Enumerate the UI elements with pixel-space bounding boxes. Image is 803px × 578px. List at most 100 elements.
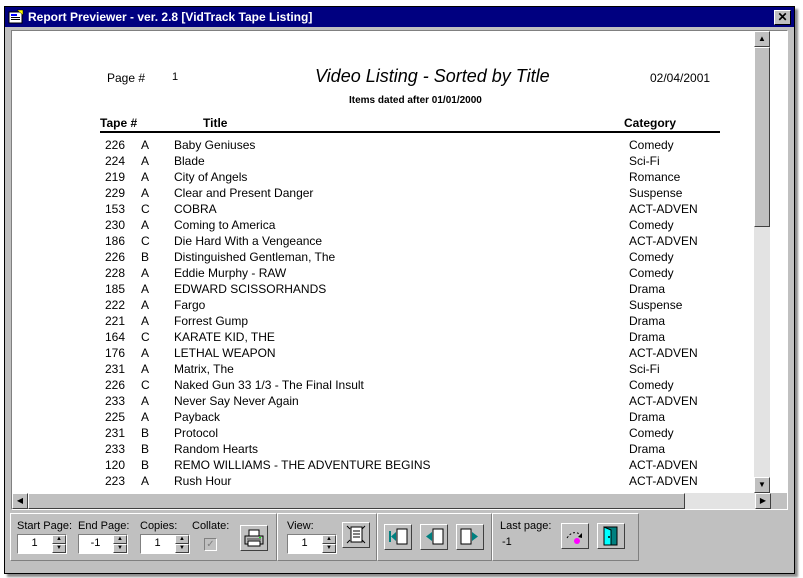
scroll-up-button[interactable]: ▲ [754,31,770,47]
view-value: 1 [301,537,308,549]
app-icon [8,9,24,24]
tape-number-cell: 229 [105,186,126,200]
table-row: 223 A Rush Hour ACT-ADVEN [12,474,770,490]
copies-down-button[interactable]: ▼ [175,544,189,553]
table-row: 226 A Baby Geniuses Comedy [12,138,770,154]
category-cell: Comedy [629,218,674,232]
copies-up-button[interactable]: ▲ [175,535,189,544]
title-cell: COBRA [174,202,217,216]
view-up-button[interactable]: ▲ [322,535,336,544]
tape-suffix-cell: A [141,170,150,184]
view-group: View: 1 ▲ ▼ [277,513,377,561]
table-row: 231 B Protocol Comedy [12,426,770,442]
table-row: 185 A EDWARD SCISSORHANDS Drama [12,282,770,298]
table-row: 231 A Matrix, The Sci-Fi [12,362,770,378]
report-title: Video Listing - Sorted by Title [315,66,550,86]
scroll-right-button[interactable]: ▶ [755,493,771,509]
category-cell: Suspense [629,186,683,200]
title-cell: Die Hard With a Vengeance [174,234,323,248]
title-cell: Protocol [174,426,219,440]
view-label: View: [287,520,314,532]
tape-number-cell: 164 [105,330,126,344]
horizontal-scroll-thumb[interactable] [28,493,685,509]
tape-suffix-cell: A [141,474,150,488]
tape-number-cell: 225 [105,410,126,424]
tape-number-cell: 226 [105,378,126,392]
table-row: 219 A City of Angels Romance [12,170,770,186]
last-page-group: Last page: -1 [492,513,639,561]
tape-suffix-cell: B [141,426,150,440]
category-cell: Suspense [629,298,683,312]
title-cell: City of Angels [174,170,248,184]
end-page-spinner[interactable]: -1 ▲ ▼ [78,534,128,554]
horizontal-scrollbar[interactable]: ◀ ▶ [12,493,771,509]
tape-number-cell: 228 [105,266,126,280]
start-page-up-button[interactable]: ▲ [52,535,66,544]
start-page-down-button[interactable]: ▼ [52,544,66,553]
category-cell: ACT-ADVEN [629,202,698,216]
navigation-group [377,513,492,561]
table-row: 229 A Clear and Present Danger Suspense [12,186,770,202]
category-cell: Comedy [629,138,674,152]
copies-value: 1 [154,537,161,549]
close-button[interactable]: ✕ [774,10,791,25]
preview-toolbar: Start Page: 1 ▲ ▼ End Page: -1 ▲ ▼ Copies:… [10,513,789,565]
title-cell: Clear and Present Danger [174,186,314,200]
tape-number-cell: 233 [105,442,126,456]
title-cell: Random Hearts [174,442,259,456]
tape-suffix-cell: A [141,266,150,280]
title-cell: Forrest Gump [174,314,249,328]
end-page-up-button[interactable]: ▲ [113,535,127,544]
category-cell: ACT-ADVEN [629,234,698,248]
title-cell: Naked Gun 33 1/3 - The Final Insult [174,378,364,392]
tape-number-cell: 176 [105,346,126,360]
title-cell: KARATE KID, THE [174,330,275,344]
table-row: 226 B Distinguished Gentleman, The Comedy [12,250,770,266]
category-cell: Sci-Fi [629,154,660,168]
start-page-spinner[interactable]: 1 ▲ ▼ [17,534,67,554]
goto-page-icon [566,532,582,544]
category-cell: Comedy [629,250,674,264]
exit-door-icon [603,526,618,546]
previous-page-button[interactable] [420,524,448,550]
page-setup-button[interactable] [342,522,370,548]
exit-button[interactable] [597,523,625,549]
first-page-button[interactable] [384,524,412,550]
goto-page-button[interactable] [561,523,589,549]
tape-number-cell: 231 [105,426,126,440]
copies-spinner[interactable]: 1 ▲ ▼ [140,534,190,554]
tape-number-cell: 221 [105,314,126,328]
tape-suffix-cell: A [141,138,150,152]
tape-suffix-cell: B [141,250,150,264]
collate-checkbox[interactable]: ✓ [204,538,217,551]
scroll-left-button[interactable]: ◀ [12,493,28,509]
page-number-label: Page # [107,71,146,85]
end-page-down-button[interactable]: ▼ [113,544,127,553]
title-cell: Fargo [174,298,206,312]
vertical-scrollbar[interactable]: ▲ ▼ [754,31,770,493]
category-cell: Drama [629,442,666,456]
scroll-down-button[interactable]: ▼ [754,477,770,493]
next-page-icon [460,528,478,545]
table-row: 164 C KARATE KID, THE Drama [12,330,770,346]
print-options-group: Start Page: 1 ▲ ▼ End Page: -1 ▲ ▼ Copies:… [10,513,277,561]
print-button[interactable] [240,525,268,551]
title-bar[interactable]: Report Previewer - ver. 2.8 [VidTrack Ta… [5,7,794,27]
title-cell: Matrix, The [174,362,234,376]
next-page-button[interactable] [456,524,484,550]
view-spinner[interactable]: 1 ▲ ▼ [287,534,337,554]
title-cell: Payback [174,410,221,424]
table-row: 226 C Naked Gun 33 1/3 - The Final Insult C… [12,378,770,394]
category-cell: Drama [629,410,666,424]
table-row: 221 A Forrest Gump Drama [12,314,770,330]
view-down-button[interactable]: ▼ [322,544,336,553]
start-page-label: Start Page: [17,520,73,532]
title-cell: Never Say Never Again [174,394,299,408]
tape-suffix-cell: C [141,378,150,392]
category-cell: Comedy [629,426,674,440]
last-page-label: Last page: [500,520,552,532]
start-page-value: 1 [31,537,38,549]
tape-suffix-cell: A [141,362,150,376]
title-cell: LETHAL WEAPON [174,346,276,360]
vertical-scroll-thumb[interactable] [754,47,770,227]
